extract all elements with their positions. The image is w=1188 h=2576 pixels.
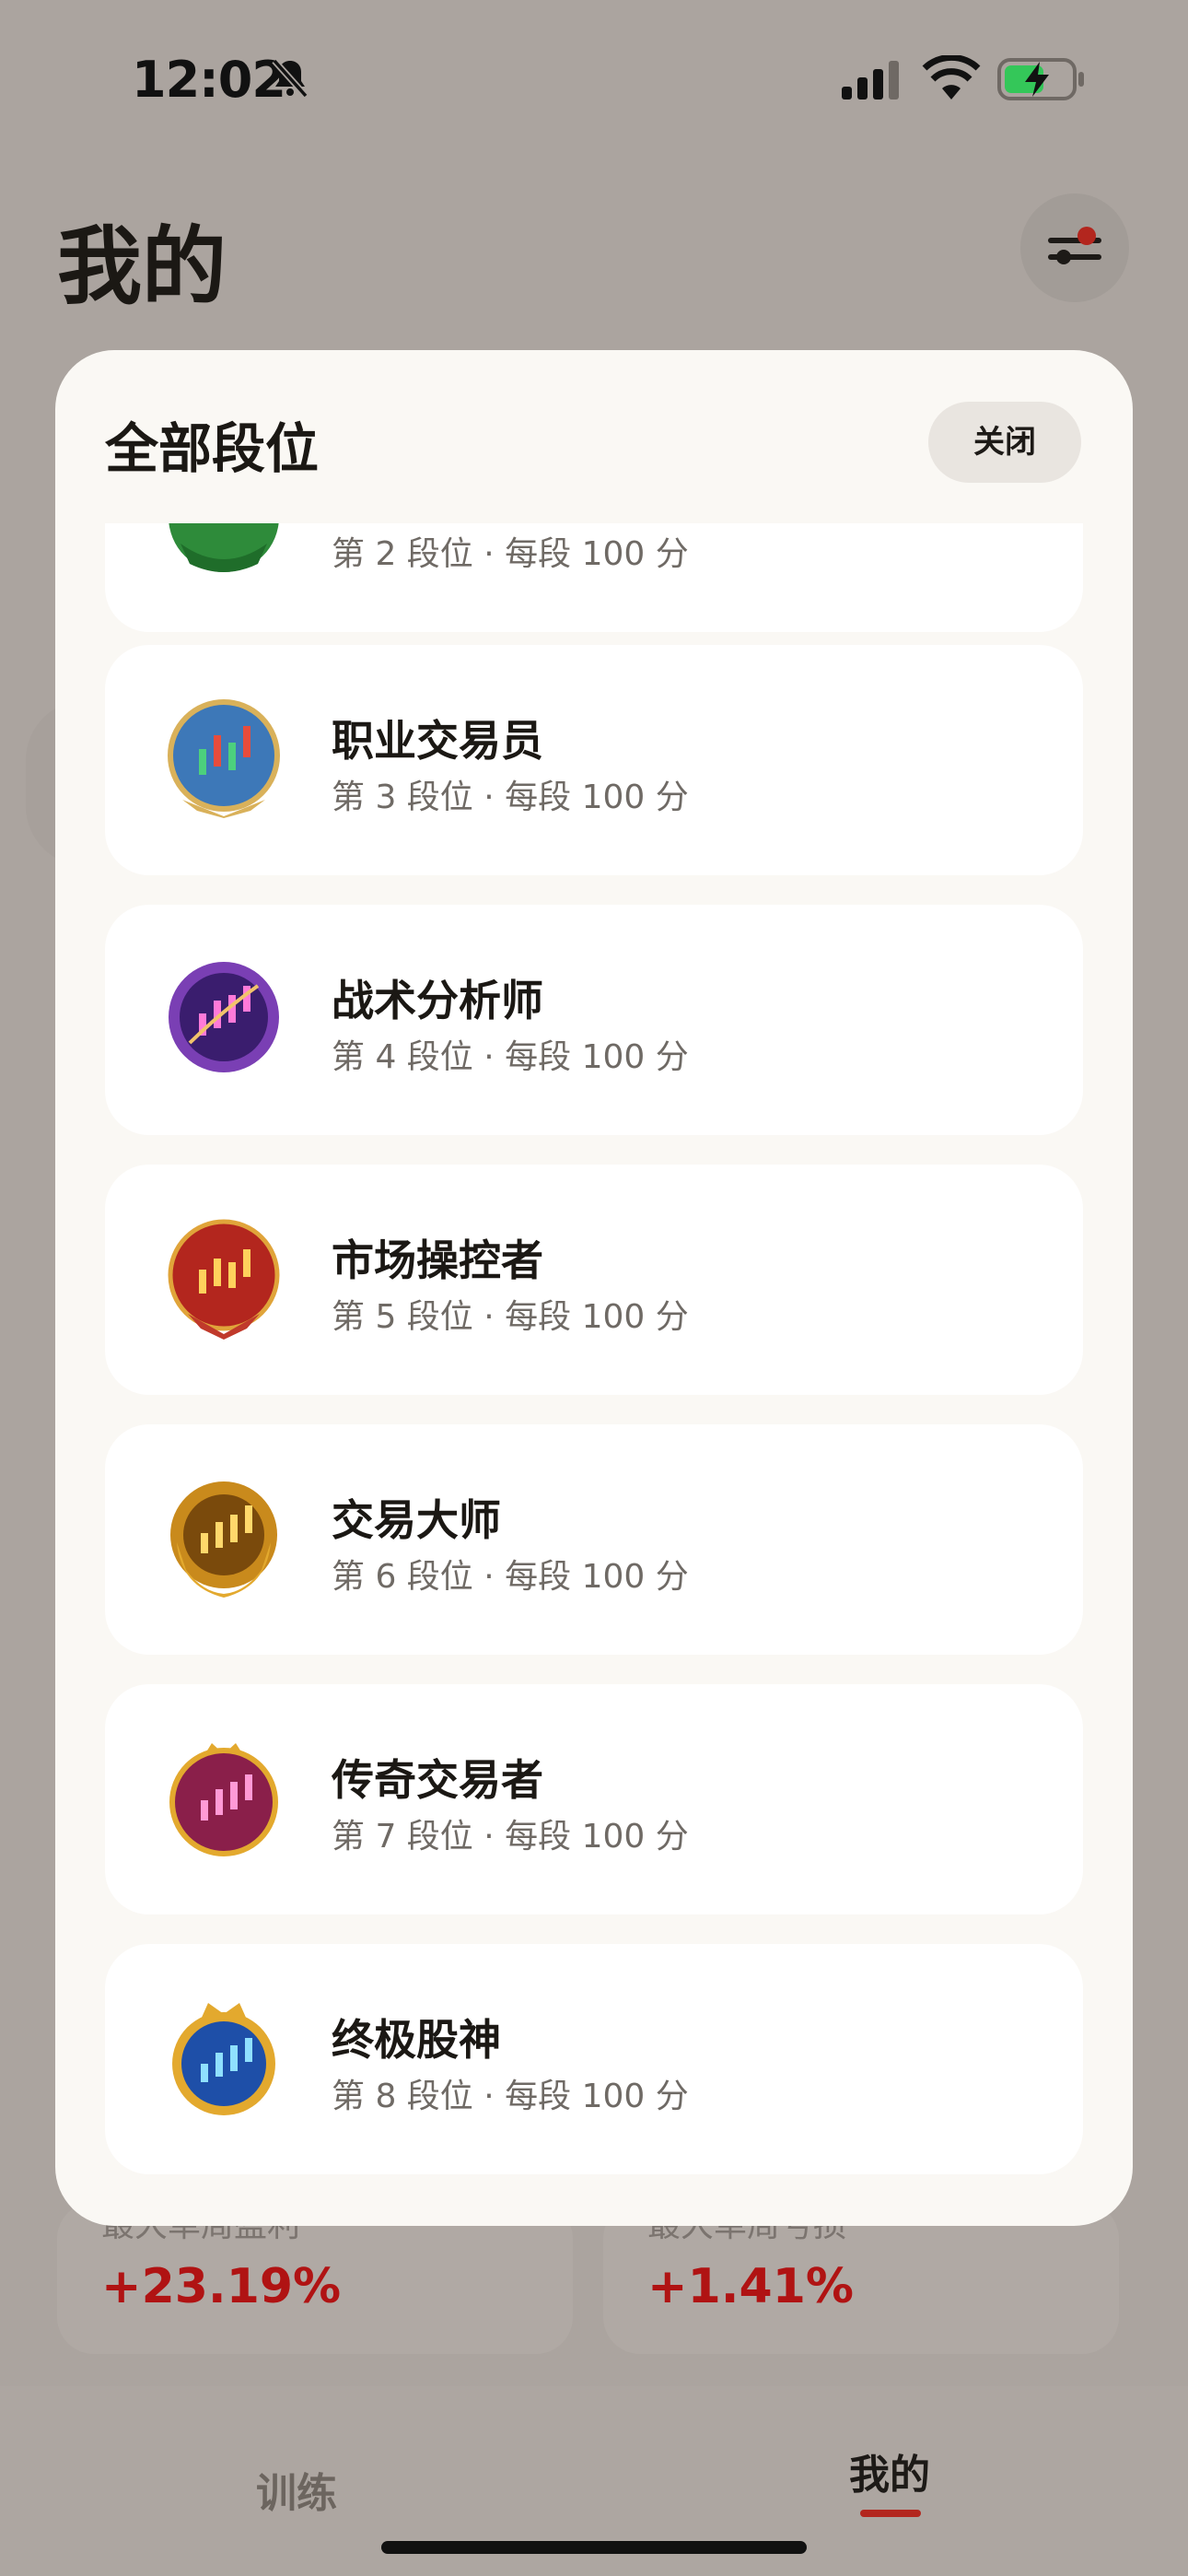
wifi-icon — [922, 55, 981, 100]
rank-badge-icon — [168, 699, 280, 818]
cellular-signal-icon — [842, 61, 899, 100]
rank-list[interactable]: 第 2 段位 · 每段 100 分 职业交易员 第 3 段位 · 每段 100 … — [55, 523, 1133, 2226]
rank-card: 市场操控者 第 5 段位 · 每段 100 分 — [105, 1165, 1083, 1395]
rank-card: 终极股神 第 8 段位 · 每段 100 分 — [105, 1944, 1083, 2174]
rank-card: 第 2 段位 · 每段 100 分 — [105, 523, 1083, 632]
rank-name: 终极股神 — [332, 2015, 501, 2065]
rank-meta: 第 3 段位 · 每段 100 分 — [332, 779, 689, 816]
ranks-modal: 全部段位 关闭 第 2 段位 · 每段 100 分 职业交易员 第 3 段位 ·… — [55, 350, 1133, 2226]
rank-badge-icon — [172, 2003, 275, 2115]
rank-badge-icon — [169, 962, 279, 1072]
bell-muted-icon — [272, 58, 309, 99]
rank-name: 传奇交易者 — [332, 1755, 543, 1805]
rank-badge-icon — [169, 1743, 278, 1856]
rank-badge-icon — [170, 1481, 277, 1598]
rank-name: 职业交易员 — [332, 716, 543, 766]
status-time: 12:02 — [132, 51, 286, 109]
rank-meta: 第 7 段位 · 每段 100 分 — [332, 1818, 689, 1856]
rank-meta: 第 4 段位 · 每段 100 分 — [332, 1038, 689, 1076]
rank-card: 战术分析师 第 4 段位 · 每段 100 分 — [105, 905, 1083, 1135]
rank-card: 传奇交易者 第 7 段位 · 每段 100 分 — [105, 1684, 1083, 1914]
rank-card: 交易大师 第 6 段位 · 每段 100 分 — [105, 1424, 1083, 1655]
rank-card: 职业交易员 第 3 段位 · 每段 100 分 — [105, 645, 1083, 875]
rank-badge-icon — [169, 523, 279, 572]
filter-icon — [1048, 238, 1101, 264]
filter-button[interactable] — [1020, 193, 1129, 302]
close-button[interactable]: 关闭 — [928, 402, 1081, 483]
rank-meta: 第 6 段位 · 每段 100 分 — [332, 1558, 689, 1596]
battery-charging-icon — [997, 58, 1084, 100]
rank-meta: 第 5 段位 · 每段 100 分 — [332, 1298, 689, 1336]
active-tab-indicator — [860, 2510, 921, 2517]
rank-meta: 第 2 段位 · 每段 100 分 — [332, 535, 689, 573]
modal-title: 全部段位 — [105, 417, 320, 480]
notification-dot — [1077, 227, 1096, 245]
rank-badge-icon — [168, 1219, 280, 1340]
rank-meta: 第 8 段位 · 每段 100 分 — [332, 2078, 689, 2115]
page-title: 我的 — [57, 217, 227, 316]
rank-name: 交易大师 — [332, 1495, 501, 1545]
rank-name: 战术分析师 — [332, 976, 543, 1025]
rank-name: 市场操控者 — [332, 1235, 543, 1285]
status-bar: 12:02 — [0, 0, 1188, 161]
tab-train[interactable]: 训练 — [256, 2460, 337, 2519]
stat-value: +1.41% — [647, 2259, 854, 2314]
bottom-tab-bar: 训练 我的 — [0, 2386, 1188, 2576]
stat-value: +23.19% — [101, 2259, 342, 2314]
home-indicator — [381, 2541, 807, 2554]
tab-mine[interactable]: 我的 — [849, 2441, 930, 2500]
